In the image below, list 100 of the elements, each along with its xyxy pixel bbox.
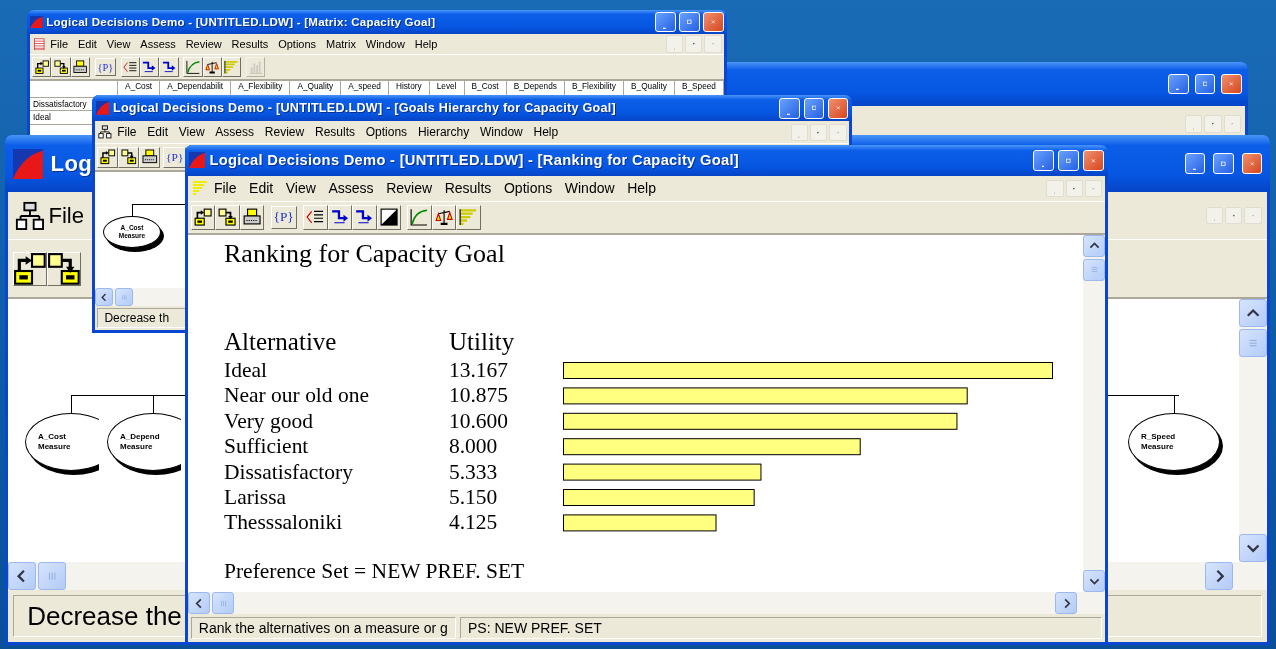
category-label: Ideal <box>224 357 267 382</box>
scroll-left-button[interactable] <box>8 562 36 590</box>
value-label: 13.167 <box>449 357 509 382</box>
scroll-right-button[interactable] <box>1205 562 1233 590</box>
menu-item[interactable]: Assess <box>209 125 260 140</box>
toolbar-button[interactable] <box>190 205 216 230</box>
maximize-button[interactable] <box>1194 73 1216 95</box>
folder-arrow-icon <box>13 251 48 286</box>
network-icon <box>14 200 45 231</box>
vertical-scrollbar[interactable] <box>1083 234 1105 592</box>
toolbar-button[interactable] <box>303 205 328 230</box>
node-label: Measure <box>120 442 153 453</box>
toolbar-button[interactable] <box>327 205 353 230</box>
scrollbar-thumb[interactable] <box>212 592 234 614</box>
maximize-button[interactable] <box>803 97 825 119</box>
menu-item[interactable]: Review <box>379 180 439 197</box>
maximize-button[interactable] <box>1058 150 1079 171</box>
toolbar-button[interactable] <box>47 251 82 286</box>
menu-item[interactable]: File <box>45 38 73 51</box>
menu-item[interactable]: Window <box>474 125 529 140</box>
scroll-up-button[interactable] <box>1083 234 1105 257</box>
maximize-button[interactable] <box>679 11 700 33</box>
toolbar-button[interactable]: {P} <box>163 146 187 168</box>
menu-item[interactable]: Hierarchy <box>412 125 475 140</box>
network-icon <box>98 125 112 140</box>
toolbar-button[interactable] <box>215 205 240 230</box>
scroll-left-button[interactable] <box>188 592 210 614</box>
menu-item[interactable]: File <box>207 180 243 197</box>
category-label: Thesssaloniki <box>224 510 343 535</box>
toolbar-button[interactable] <box>51 57 71 77</box>
scroll-down-button[interactable] <box>1239 534 1267 562</box>
toolbar-button[interactable] <box>456 205 481 230</box>
folder-arrow-icon <box>100 149 116 165</box>
menu-item[interactable]: Assess <box>322 180 380 197</box>
folder-arrow-icon <box>193 208 213 227</box>
toolbar-button[interactable] <box>13 251 48 286</box>
node-label: Measure <box>38 442 71 453</box>
app-logo-icon <box>95 101 110 116</box>
scroll-right-button[interactable] <box>1055 592 1077 614</box>
toolbar-button[interactable] <box>140 57 160 77</box>
folder-arrow-icon <box>53 59 69 75</box>
scroll-up-button[interactable] <box>1239 299 1267 328</box>
app-logo-icon <box>30 15 43 29</box>
scroll-left-button[interactable] <box>95 288 113 306</box>
menu-item[interactable]: Results <box>226 38 274 51</box>
menu-item[interactable]: View <box>173 125 210 140</box>
menu-item[interactable]: Window <box>360 38 410 51</box>
scrollbar-thumb[interactable] <box>1239 329 1267 358</box>
menu-item[interactable]: Options <box>497 180 559 197</box>
window-title: Logical Decisions Demo - [UNTITLED.LDW] - [Ranking for Capacity Goal] <box>209 152 739 169</box>
menu-item[interactable]: Help <box>528 125 564 140</box>
toolbar-button[interactable] <box>376 205 402 230</box>
menu-item[interactable]: Review <box>259 125 310 140</box>
horizontal-scrollbar[interactable] <box>188 592 1105 614</box>
menu-item[interactable]: Edit <box>73 38 102 51</box>
window-title: Logical Decisions Demo - [UNTITLED.LDW] - [Matrix: Capacity Goal] <box>46 16 436 29</box>
toolbar-button[interactable] <box>239 205 265 230</box>
scroll-down-button[interactable] <box>1083 570 1105 592</box>
menu-item[interactable]: Help <box>409 38 443 51</box>
value-label: 4.125 <box>449 510 498 535</box>
toolbar-button[interactable] <box>407 205 432 230</box>
menu-item[interactable]: File <box>44 202 88 229</box>
menu-item[interactable]: Results <box>438 180 498 197</box>
node-label: R_Speed <box>1141 431 1176 443</box>
bar-chart-icon <box>224 59 239 75</box>
balance-icon <box>435 208 454 227</box>
menu-item[interactable]: Options <box>360 125 413 140</box>
toolbar-button[interactable] <box>118 146 140 168</box>
toolbar-button[interactable] <box>352 205 377 230</box>
column-chart-icon <box>248 59 263 75</box>
menu-item[interactable]: Edit <box>242 180 280 197</box>
toolbar-button[interactable] <box>97 146 119 168</box>
menu-item[interactable]: File <box>111 125 142 140</box>
menu-item[interactable]: Results <box>309 125 361 140</box>
menu-item[interactable]: Window <box>558 180 621 197</box>
toolbar-button[interactable] <box>183 57 203 77</box>
toolbar-button[interactable] <box>159 57 179 77</box>
toolbar-button[interactable] <box>120 57 140 77</box>
menu-item[interactable]: Assess <box>135 38 181 51</box>
folder-arrow-icon <box>47 251 82 286</box>
scrollbar-thumb[interactable] <box>115 288 133 306</box>
column-header: Utility <box>449 326 516 357</box>
menu-item[interactable]: Matrix <box>321 38 361 51</box>
menu-item[interactable]: Edit <box>141 125 174 140</box>
menu-item[interactable]: View <box>279 180 323 197</box>
printer-icon <box>73 59 88 75</box>
toolbar-button[interactable]: {P} <box>94 57 116 77</box>
menu-item[interactable]: View <box>101 38 136 51</box>
scrollbar-thumb[interactable] <box>38 562 66 590</box>
toolbar-button[interactable] <box>431 205 457 230</box>
scrollbar-thumb[interactable] <box>1083 258 1105 281</box>
menu-item[interactable]: Options <box>273 38 322 51</box>
toolbar-button[interactable] <box>32 57 52 77</box>
menu-item[interactable]: Review <box>180 38 227 51</box>
menu-item[interactable]: Help <box>620 180 663 197</box>
status-text: PS: NEW PREF. SET <box>460 616 1103 640</box>
maximize-button[interactable] <box>1213 153 1234 174</box>
curve-chart-icon <box>185 59 201 75</box>
toolbar-button[interactable] <box>139 146 161 168</box>
toolbar-button[interactable]: {P} <box>270 205 297 229</box>
